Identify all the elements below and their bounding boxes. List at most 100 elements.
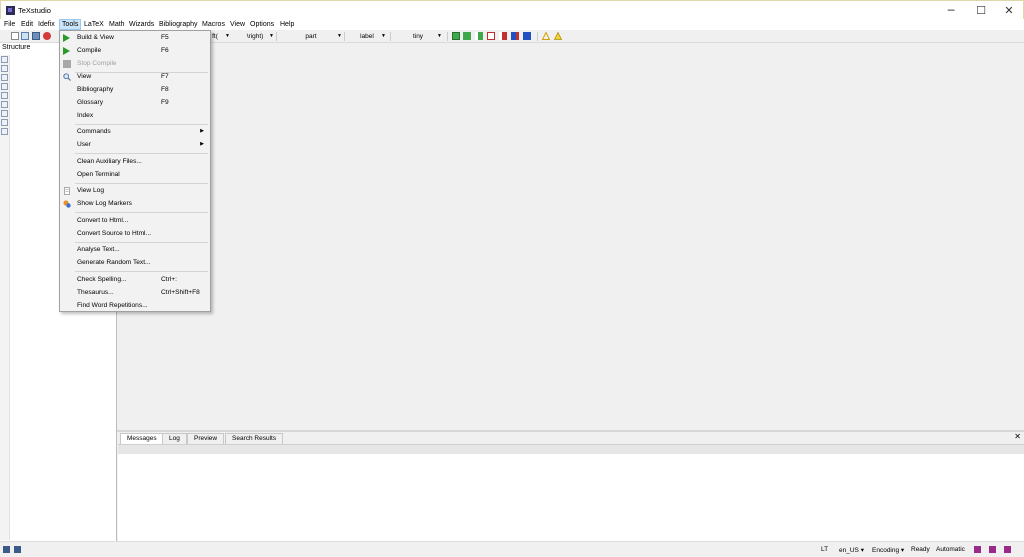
pstricks-icon[interactable]	[1, 92, 8, 99]
left-delimiter-value: ft(	[212, 33, 218, 40]
play-icon	[63, 34, 70, 42]
tab-messages[interactable]: Messages	[120, 433, 164, 444]
check-spelling-shortcut: Ctrl+:	[161, 276, 177, 283]
tikz-icon[interactable]	[1, 110, 8, 117]
thesaurus-item[interactable]: Thesaurus... Ctrl+Shift+F8	[60, 286, 210, 299]
stop-compile-item[interactable]: Stop Compile	[60, 57, 210, 70]
menu-wizards[interactable]: Wizards	[127, 19, 156, 30]
check-spelling-item[interactable]: Check Spelling... Ctrl+:	[60, 273, 210, 286]
add-row-icon[interactable]	[475, 32, 483, 40]
tools-menu: Build & View F5 Compile F6 Stop Compile …	[59, 30, 211, 312]
thesaurus-shortcut: Ctrl+Shift+F8	[161, 289, 200, 296]
metapost-icon[interactable]	[1, 101, 8, 108]
status-mode[interactable]: Automatic	[936, 546, 965, 553]
asymptote-icon[interactable]	[1, 119, 8, 126]
language-selector[interactable]: en_US ▾	[839, 546, 864, 554]
glossary-shortcut: F9	[161, 99, 169, 106]
convert-source-html-label: Convert Source to Html...	[77, 230, 152, 237]
table-icon[interactable]	[452, 32, 460, 40]
menu-idefix[interactable]: Idefix	[36, 19, 57, 30]
compile-label: Compile	[77, 47, 102, 54]
font-size-combo[interactable]: tiny ▼	[394, 32, 442, 41]
remove-row-icon[interactable]	[487, 32, 495, 40]
symbols-icon[interactable]	[1, 74, 8, 81]
tab-search-results[interactable]: Search Results	[225, 433, 284, 444]
close-window-button[interactable]: ✕	[994, 1, 1024, 20]
menu-math[interactable]: Math	[107, 19, 127, 30]
minimize-button[interactable]: ─	[936, 1, 966, 20]
menu-separator	[75, 271, 208, 272]
open-file-icon[interactable]	[21, 32, 29, 40]
toggle-structure-icon[interactable]	[3, 546, 10, 553]
pdf-status-icon[interactable]	[1004, 546, 1011, 553]
commands-item[interactable]: Commands ▶	[60, 125, 210, 138]
save-icon[interactable]	[32, 32, 40, 40]
chevron-down-icon: ▼	[225, 33, 230, 39]
glossary-item[interactable]: Glossary F9	[60, 96, 210, 109]
view-log-label: View Log	[77, 187, 105, 194]
index-item[interactable]: Index	[60, 109, 210, 122]
menu-macros[interactable]: Macros	[200, 19, 227, 30]
view-log-item[interactable]: View Log	[60, 184, 210, 197]
compile-status-icon[interactable]	[989, 546, 996, 553]
close-file-icon[interactable]	[43, 32, 51, 40]
messages-header	[118, 444, 1024, 454]
convert-html-item[interactable]: Convert to Html...	[60, 214, 210, 227]
editor-area[interactable]	[118, 43, 1024, 430]
warning-icon[interactable]	[542, 32, 550, 40]
language-value: en_US	[839, 547, 859, 554]
reference-combo[interactable]: label ▼	[348, 32, 386, 41]
menu-latex[interactable]: LaTeX	[82, 19, 106, 30]
stop-icon	[63, 60, 71, 68]
menu-edit[interactable]: Edit	[19, 19, 35, 30]
compile-shortcut: F6	[161, 47, 169, 54]
menu-separator	[75, 153, 208, 154]
right-delimiter-combo[interactable]: \right) ▼	[236, 32, 274, 41]
menu-file[interactable]: File	[2, 19, 17, 30]
view-item[interactable]: View F7	[60, 70, 210, 83]
new-file-icon[interactable]	[11, 32, 19, 40]
tab-preview[interactable]: Preview	[187, 433, 225, 444]
menu-bibliography[interactable]: Bibliography	[157, 19, 200, 30]
analyse-text-item[interactable]: Analyse Text...	[60, 243, 210, 256]
log-file-icon	[64, 187, 70, 195]
convert-html-label: Convert to Html...	[77, 217, 129, 224]
tab-log[interactable]: Log	[162, 433, 187, 444]
show-log-markers-item[interactable]: Show Log Markers	[60, 197, 210, 210]
menu-options[interactable]: Options	[248, 19, 276, 30]
bookmarks-icon[interactable]	[1, 65, 8, 72]
generate-random-item[interactable]: Generate Random Text...	[60, 256, 210, 269]
user-item[interactable]: User ▶	[60, 138, 210, 151]
menu-help[interactable]: Help	[278, 19, 296, 30]
section-combo[interactable]: part ▼	[280, 32, 342, 41]
magnifier-icon	[63, 73, 71, 81]
remove-column-icon[interactable]	[499, 32, 507, 40]
toggle-messages-icon[interactable]	[14, 546, 21, 553]
align-columns-icon[interactable]	[511, 32, 519, 40]
maximize-button[interactable]: ☐	[966, 1, 996, 20]
add-column-icon[interactable]	[463, 32, 471, 40]
encoding-selector[interactable]: Encoding ▾	[872, 546, 904, 554]
open-terminal-item[interactable]: Open Terminal	[60, 168, 210, 181]
build-view-shortcut: F5	[161, 34, 169, 41]
convert-source-html-item[interactable]: Convert Source to Html...	[60, 227, 210, 240]
compile-item[interactable]: Compile F6	[60, 44, 210, 57]
languagetool-label[interactable]: LT	[821, 546, 828, 553]
bibliography-item[interactable]: Bibliography F8	[60, 83, 210, 96]
analyse-text-label: Analyse Text...	[77, 246, 120, 253]
find-word-repetitions-item[interactable]: Find Word Repetitions...	[60, 299, 210, 312]
brackets-icon[interactable]	[1, 83, 8, 90]
clean-aux-item[interactable]: Clean Auxiliary Files...	[60, 155, 210, 168]
menu-view[interactable]: View	[228, 19, 247, 30]
build-view-item[interactable]: Build & View F5	[60, 31, 210, 44]
messages-list[interactable]	[118, 454, 1024, 541]
close-icon[interactable]: ✕	[1014, 432, 1021, 441]
font-size-value: tiny	[412, 33, 424, 40]
menu-tools[interactable]: Tools	[59, 19, 82, 30]
overwrite-icon[interactable]	[974, 546, 981, 553]
warning-icon[interactable]	[554, 32, 562, 40]
beamer-icon[interactable]	[1, 128, 8, 135]
status-bar: LT en_US ▾ Encoding ▾ Ready Automatic	[0, 541, 1024, 557]
table-template-icon[interactable]	[523, 32, 531, 40]
structure-view-icon[interactable]	[1, 56, 8, 63]
